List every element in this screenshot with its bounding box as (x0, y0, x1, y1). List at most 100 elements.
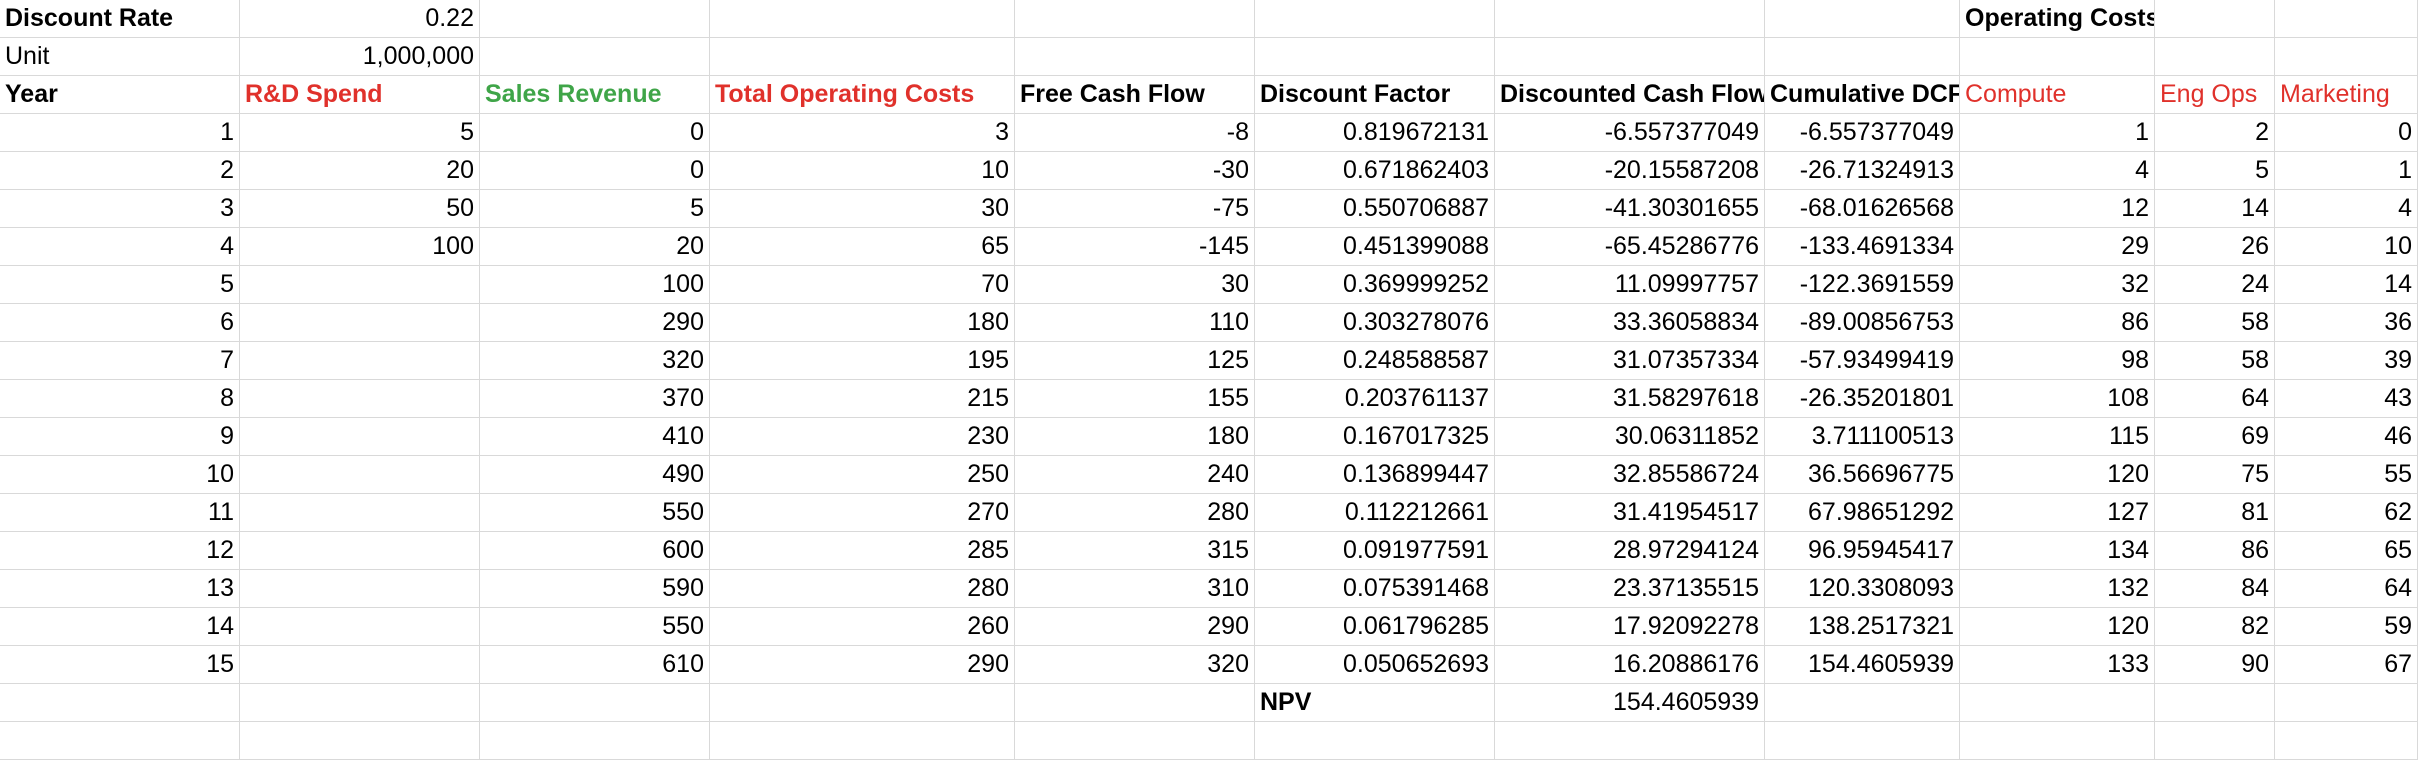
compute-cell[interactable]: 86 (1960, 304, 2155, 341)
compute-cell[interactable]: 133 (1960, 646, 2155, 683)
cumulative-dcf-cell[interactable]: -68.01626568 (1765, 190, 1960, 227)
r0-empty-cell-3[interactable] (710, 0, 1015, 37)
npv-empty-cell-9[interactable] (2155, 684, 2275, 721)
sales-revenue-cell[interactable]: 20 (480, 228, 710, 265)
npv-empty-cell-8[interactable] (1960, 684, 2155, 721)
total-operating-costs-cell[interactable]: 285 (710, 532, 1015, 569)
eng-ops-cell[interactable]: 86 (2155, 532, 2275, 569)
eng-ops-cell[interactable]: 24 (2155, 266, 2275, 303)
total-operating-costs-cell[interactable]: 195 (710, 342, 1015, 379)
header-total-operating-costs[interactable]: Total Operating Costs (710, 76, 1015, 113)
free-cash-flow-cell[interactable]: 280 (1015, 494, 1255, 531)
free-cash-flow-cell[interactable]: -30 (1015, 152, 1255, 189)
rd-spend-cell[interactable] (240, 646, 480, 683)
r1-empty-cell-5[interactable] (1255, 38, 1495, 75)
rd-spend-cell[interactable] (240, 266, 480, 303)
total-operating-costs-cell[interactable]: 290 (710, 646, 1015, 683)
total-operating-costs-cell[interactable]: 30 (710, 190, 1015, 227)
year-cell[interactable]: 11 (0, 494, 240, 531)
discount-factor-cell[interactable]: 0.203761137 (1255, 380, 1495, 417)
sales-revenue-cell[interactable]: 600 (480, 532, 710, 569)
marketing-cell[interactable]: 4 (2275, 190, 2418, 227)
tail-empty-cell-3[interactable] (710, 722, 1015, 759)
discount-factor-cell[interactable]: 0.248588587 (1255, 342, 1495, 379)
rd-spend-cell[interactable] (240, 342, 480, 379)
npv-empty-cell-10[interactable] (2275, 684, 2418, 721)
npv-value[interactable]: 154.4605939 (1495, 684, 1765, 721)
compute-cell[interactable]: 134 (1960, 532, 2155, 569)
discount-factor-cell[interactable]: 0.303278076 (1255, 304, 1495, 341)
discounted-cash-flow-cell[interactable]: 17.92092278 (1495, 608, 1765, 645)
eng-ops-cell[interactable]: 2 (2155, 114, 2275, 151)
tail-empty-cell-1[interactable] (240, 722, 480, 759)
year-cell[interactable]: 3 (0, 190, 240, 227)
rd-spend-cell[interactable] (240, 494, 480, 531)
cumulative-dcf-cell[interactable]: 96.95945417 (1765, 532, 1960, 569)
free-cash-flow-cell[interactable]: 30 (1015, 266, 1255, 303)
discount-factor-cell[interactable]: 0.136899447 (1255, 456, 1495, 493)
free-cash-flow-cell[interactable]: 290 (1015, 608, 1255, 645)
tail-empty-cell-8[interactable] (1960, 722, 2155, 759)
discounted-cash-flow-cell[interactable]: 23.37135515 (1495, 570, 1765, 607)
total-operating-costs-cell[interactable]: 65 (710, 228, 1015, 265)
compute-cell[interactable]: 120 (1960, 456, 2155, 493)
discount-factor-cell[interactable]: 0.061796285 (1255, 608, 1495, 645)
total-operating-costs-cell[interactable]: 250 (710, 456, 1015, 493)
cumulative-dcf-cell[interactable]: 120.3308093 (1765, 570, 1960, 607)
r0-empty-cell-9[interactable] (2155, 0, 2275, 37)
compute-cell[interactable]: 1 (1960, 114, 2155, 151)
discount-factor-cell[interactable]: 0.550706887 (1255, 190, 1495, 227)
year-cell[interactable]: 13 (0, 570, 240, 607)
total-operating-costs-cell[interactable]: 230 (710, 418, 1015, 455)
marketing-cell[interactable]: 67 (2275, 646, 2418, 683)
year-cell[interactable]: 10 (0, 456, 240, 493)
r0-empty-cell-6[interactable] (1495, 0, 1765, 37)
npv-empty-cell-0[interactable] (0, 684, 240, 721)
sales-revenue-cell[interactable]: 410 (480, 418, 710, 455)
discount-factor-cell[interactable]: 0.091977591 (1255, 532, 1495, 569)
discounted-cash-flow-cell[interactable]: 11.09997757 (1495, 266, 1765, 303)
discounted-cash-flow-cell[interactable]: 30.06311852 (1495, 418, 1765, 455)
free-cash-flow-cell[interactable]: 110 (1015, 304, 1255, 341)
sales-revenue-cell[interactable]: 0 (480, 114, 710, 151)
year-cell[interactable]: 9 (0, 418, 240, 455)
discount-factor-cell[interactable]: 0.819672131 (1255, 114, 1495, 151)
year-cell[interactable]: 4 (0, 228, 240, 265)
marketing-cell[interactable]: 62 (2275, 494, 2418, 531)
r1-empty-cell-6[interactable] (1495, 38, 1765, 75)
rd-spend-cell[interactable]: 5 (240, 114, 480, 151)
compute-cell[interactable]: 108 (1960, 380, 2155, 417)
cumulative-dcf-cell[interactable]: -6.557377049 (1765, 114, 1960, 151)
marketing-cell[interactable]: 39 (2275, 342, 2418, 379)
eng-ops-cell[interactable]: 81 (2155, 494, 2275, 531)
header-marketing[interactable]: Marketing (2275, 76, 2418, 113)
eng-ops-cell[interactable]: 82 (2155, 608, 2275, 645)
r1-empty-cell-10[interactable] (2275, 38, 2418, 75)
discounted-cash-flow-cell[interactable]: -65.45286776 (1495, 228, 1765, 265)
cumulative-dcf-cell[interactable]: -89.00856753 (1765, 304, 1960, 341)
r1-empty-cell-9[interactable] (2155, 38, 2275, 75)
discounted-cash-flow-cell[interactable]: 16.20886176 (1495, 646, 1765, 683)
r0-empty-cell-10[interactable] (2275, 0, 2418, 37)
eng-ops-cell[interactable]: 14 (2155, 190, 2275, 227)
header-cumulative-dcf[interactable]: Cumulative DCF (1765, 76, 1960, 113)
eng-ops-cell[interactable]: 26 (2155, 228, 2275, 265)
rd-spend-cell[interactable] (240, 380, 480, 417)
rd-spend-cell[interactable]: 20 (240, 152, 480, 189)
marketing-cell[interactable]: 46 (2275, 418, 2418, 455)
rd-spend-cell[interactable] (240, 456, 480, 493)
tail-empty-cell-10[interactable] (2275, 722, 2418, 759)
year-cell[interactable]: 1 (0, 114, 240, 151)
r0-empty-cell-7[interactable] (1765, 0, 1960, 37)
eng-ops-cell[interactable]: 69 (2155, 418, 2275, 455)
free-cash-flow-cell[interactable]: 315 (1015, 532, 1255, 569)
total-operating-costs-cell[interactable]: 215 (710, 380, 1015, 417)
tail-empty-cell-5[interactable] (1255, 722, 1495, 759)
eng-ops-cell[interactable]: 58 (2155, 304, 2275, 341)
total-operating-costs-cell[interactable]: 180 (710, 304, 1015, 341)
marketing-cell[interactable]: 0 (2275, 114, 2418, 151)
tail-empty-cell-7[interactable] (1765, 722, 1960, 759)
sales-revenue-cell[interactable]: 550 (480, 608, 710, 645)
header-discount-factor[interactable]: Discount Factor (1255, 76, 1495, 113)
free-cash-flow-cell[interactable]: -75 (1015, 190, 1255, 227)
